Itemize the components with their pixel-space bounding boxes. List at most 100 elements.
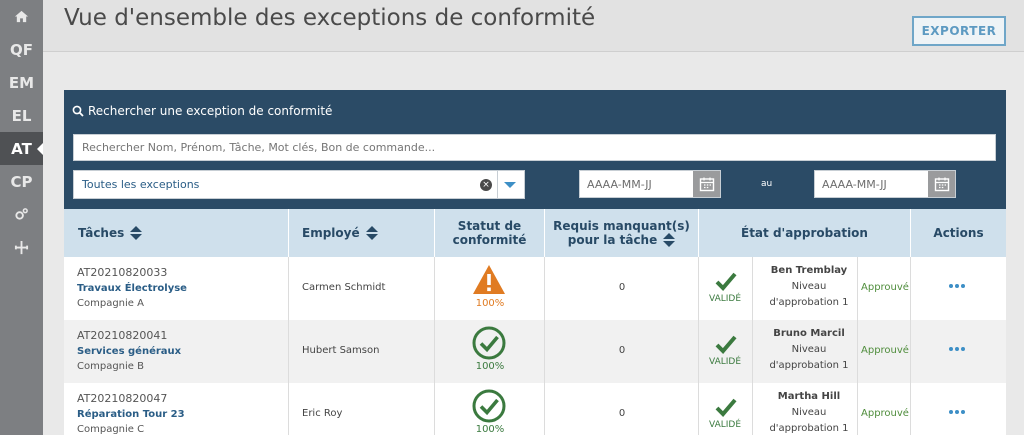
sidebar-item-network[interactable] [0,231,43,264]
missing-count: 0 [618,345,626,356]
exception-filter-select[interactable]: Toutes les exceptions × [73,170,525,199]
sidebar: QF EM EL AT CP [0,0,43,435]
sidebar-item-cp[interactable]: CP [0,165,43,198]
search-title: Rechercher une exception de conformité [72,104,332,118]
task-id: AT20210820033 [77,266,168,279]
clear-icon[interactable]: × [480,179,492,191]
search-title-label: Rechercher une exception de conformité [88,104,333,118]
sidebar-item-at[interactable]: AT [0,132,43,165]
more-actions-icon[interactable] [949,410,965,414]
task-link[interactable]: Réparation Tour 23 [77,409,185,420]
sidebar-item-settings[interactable] [0,198,43,231]
divider [857,383,858,435]
approval-cell: VALIDÉ Martha Hill Niveau d'approbation … [699,383,911,435]
search-icon [72,105,84,117]
network-icon [14,240,29,255]
select-divider [497,171,498,198]
approval-level: Niveau [791,407,827,418]
sort-icon[interactable] [365,226,378,240]
calendar-icon [699,177,714,192]
column-header-label: Requis manquant(s) [553,219,690,233]
actions-cell [911,320,1006,383]
column-header-approval: État d'approbation [699,209,911,257]
date-to-field [814,170,956,198]
employee-cell: Hubert Samson [289,320,435,383]
check-circle-icon [472,389,506,423]
missing-cell: 0 [545,383,699,435]
more-actions-icon[interactable] [949,347,965,351]
date-from-picker-button[interactable] [693,171,720,197]
table-row[interactable]: AT20210820047 Réparation Tour 23 Compagn… [64,383,1006,435]
divider [752,257,753,320]
valid-label: VALIDÉ [709,420,742,430]
employee-name: Hubert Samson [302,345,380,356]
missing-count: 0 [618,282,626,293]
sidebar-item-label: QF [10,40,33,59]
sidebar-item-el[interactable]: EL [0,99,43,132]
column-header-employee[interactable]: Employé [289,209,435,257]
table-row[interactable]: AT20210820033 Travaux Électrolyse Compag… [64,257,1006,320]
approval-level: Niveau [791,281,827,292]
status-percentage: 100% [475,298,505,309]
column-header-label: Tâches [78,226,125,240]
sidebar-item-qf[interactable]: QF [0,33,43,66]
column-header-label: Statut de [457,219,522,233]
actions-cell [911,383,1006,435]
employee-name: Carmen Schmidt [302,282,386,293]
divider [857,257,858,320]
column-header-tasks[interactable]: Tâches [64,209,289,257]
sort-icon[interactable] [130,226,143,240]
warning-icon [473,265,505,294]
approval-level: d'approbation 1 [769,423,849,434]
approver-name: Ben Tremblay [770,265,848,276]
checkmark-icon [715,398,737,417]
sidebar-item-label: AT [11,139,32,158]
sidebar-item-em[interactable]: EM [0,66,43,99]
missing-cell: 0 [545,320,699,383]
gears-icon [15,208,28,220]
date-to-picker-button[interactable] [928,171,955,197]
checkmark-icon [715,335,737,354]
exception-filter-value: Toutes les exceptions [82,178,200,191]
approver-name: Martha Hill [777,391,841,402]
missing-count: 0 [618,408,626,419]
exceptions-card: Rechercher une exception de conformité T… [64,90,1006,435]
approval-status: Approuvé [861,345,909,356]
task-cell: AT20210820047 Réparation Tour 23 Compagn… [64,383,289,435]
sidebar-item-home[interactable] [0,0,43,33]
search-input[interactable] [73,134,996,161]
sidebar-item-label: CP [10,172,33,191]
approval-level: d'approbation 1 [769,360,849,371]
approver-info: Ben Tremblay Niveau d'approbation 1 [761,263,857,311]
export-button[interactable]: EXPORTER [912,16,1006,46]
more-actions-icon[interactable] [949,284,965,288]
task-cell: AT20210820033 Travaux Électrolyse Compag… [64,257,289,320]
task-company: Compagnie A [77,298,144,309]
task-company: Compagnie C [77,424,145,435]
valid-label: VALIDÉ [709,357,742,367]
chevron-down-icon[interactable] [504,182,516,188]
employee-cell: Eric Roy [289,383,435,435]
actions-cell [911,257,1006,320]
task-link[interactable]: Travaux Électrolyse [77,283,187,294]
table-row[interactable]: AT20210820041 Services généraux Compagni… [64,320,1006,383]
task-cell: AT20210820041 Services généraux Compagni… [64,320,289,383]
status-cell: 100% [435,383,545,435]
task-link[interactable]: Services généraux [77,346,181,357]
task-company: Compagnie B [77,361,144,372]
column-header-missing[interactable]: Requis manquant(s) pour la tâche [545,209,699,257]
approver-info: Martha Hill Niveau d'approbation 1 [761,389,857,435]
date-from-input[interactable] [580,171,694,197]
search-panel: Rechercher une exception de conformité T… [64,90,1006,209]
page-title: Vue d'ensemble des exceptions de conform… [64,5,596,31]
sidebar-item-label: EL [11,106,32,125]
date-range-separator: au [761,179,773,189]
divider [752,383,753,435]
page-header: Vue d'ensemble des exceptions de conform… [43,0,1024,52]
divider [752,320,753,383]
sort-icon[interactable] [663,233,676,247]
column-header-actions: Actions [911,209,1006,257]
check-circle-icon [472,326,506,360]
date-to-input[interactable] [815,171,929,197]
column-header-label: conformité [452,233,527,247]
